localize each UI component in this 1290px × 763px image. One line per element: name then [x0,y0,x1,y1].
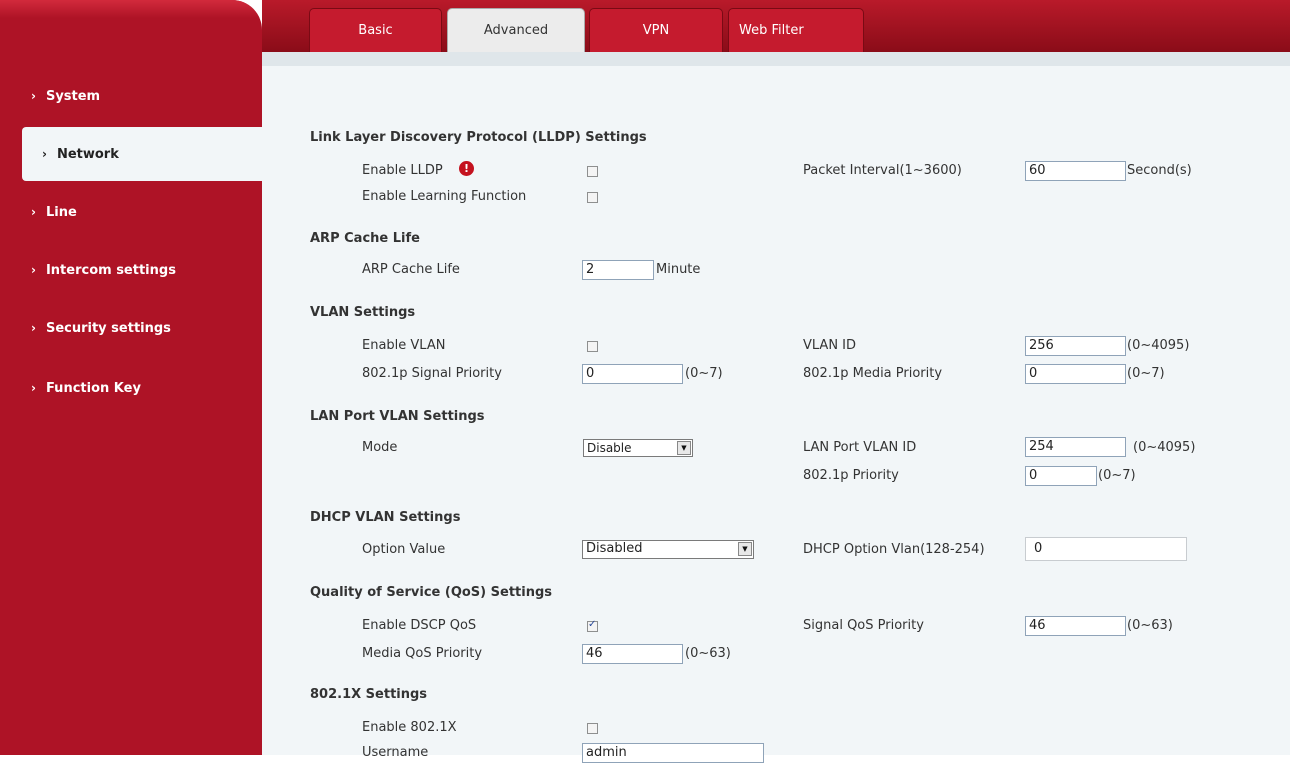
tab-advanced[interactable]: Advanced [447,8,585,52]
sidebar-item-function-key[interactable]: › Function Key [22,361,262,415]
tab-label: Advanced [483,23,549,38]
dhcp-vlan-section-title: DHCP VLAN Settings [310,510,461,525]
chevron-right-icon: › [31,321,36,335]
chevron-right-icon: › [31,263,36,277]
sidebar-item-label: Function Key [45,380,141,396]
chevron-right-icon: › [31,205,36,219]
signal-priority-range: (0~7) [685,366,723,381]
sidebar-item-security-settings[interactable]: › Security settings [22,301,262,355]
signal-qos-priority-label: Signal QoS Priority [803,618,924,633]
chevron-right-icon: › [31,381,36,395]
packet-interval-label: Packet Interval(1~3600) [803,163,962,178]
sidebar: › System › Network › Line › Intercom set… [0,0,262,755]
enable-8021x-label: Enable 802.1X [362,720,457,735]
enable-lldp-label: Enable LLDP [362,163,443,178]
lan-priority-label: 802.1p Priority [803,468,899,483]
option-value-label: Option Value [362,542,446,557]
mode-select-value: Disable [587,441,632,455]
media-qos-priority-label: Media QoS Priority [362,646,483,661]
enable-dscp-qos-label: Enable DSCP QoS [362,618,477,633]
media-priority-input[interactable]: 0 [1025,364,1126,384]
chevron-right-icon: › [31,89,36,103]
tab-basic[interactable]: Basic [309,8,442,52]
lan-vlan-section-title: LAN Port VLAN Settings [310,409,485,424]
media-qos-priority-input[interactable]: 46 [582,644,683,664]
option-value-select[interactable]: Disabled ▼ [582,540,754,559]
lan-priority-input[interactable]: 0 [1025,466,1097,486]
sidebar-item-label: System [45,88,101,104]
tab-underline-strip [262,52,1290,66]
media-priority-label: 802.1p Media Priority [803,366,943,381]
username-label: Username [362,745,429,760]
enable-vlan-checkbox[interactable] [587,341,598,352]
packet-interval-input[interactable]: 60 [1025,161,1126,181]
lldp-section-title: Link Layer Discovery Protocol (LLDP) Set… [310,130,647,145]
lan-vlan-id-label: LAN Port VLAN ID [803,440,917,455]
tab-label: Basic [358,23,393,38]
media-qos-priority-range: (0~63) [685,646,731,661]
sidebar-item-label: Line [45,204,77,220]
sidebar-item-label: Network [56,146,119,162]
signal-priority-input[interactable]: 0 [582,364,683,384]
enable-vlan-label: Enable VLAN [362,338,446,353]
option-select-value: Disabled [586,541,643,556]
signal-priority-label: 802.1p Signal Priority [362,366,502,381]
enable-dscp-qos-checkbox[interactable] [587,619,598,632]
learning-function-label: Enable Learning Function [362,189,527,204]
username-input[interactable]: admin [582,743,764,763]
arp-cache-life-input[interactable]: 2 [582,260,654,280]
vlan-id-label: VLAN ID [803,338,857,353]
sidebar-item-label: Intercom settings [45,262,176,278]
chevron-down-icon[interactable]: ▼ [738,542,752,556]
warning-icon: ! [459,161,474,176]
tab-label: VPN [642,23,670,38]
arp-cache-life-label: ARP Cache Life [362,262,460,277]
lan-vlan-id-input[interactable]: 254 [1025,437,1126,457]
tab-vpn[interactable]: VPN [589,8,723,52]
sidebar-item-line[interactable]: › Line [22,185,262,239]
dot1x-section-title: 802.1X Settings [310,687,428,702]
arp-cache-life-unit: Minute [656,262,701,277]
signal-qos-priority-input[interactable]: 46 [1025,616,1126,636]
tab-web-filter[interactable]: Web Filter [728,8,864,52]
mode-label: Mode [362,440,398,455]
enable-8021x-checkbox[interactable] [587,723,598,734]
sidebar-item-intercom-settings[interactable]: › Intercom settings [22,243,262,297]
lan-priority-range: (0~7) [1098,468,1136,483]
mode-select[interactable]: Disable ▼ [583,439,693,457]
vlan-id-range: (0~4095) [1127,338,1190,353]
sidebar-item-label: Security settings [45,320,171,336]
arp-section-title: ARP Cache Life [310,231,420,246]
packet-interval-unit: Second(s) [1127,163,1192,178]
sidebar-item-system[interactable]: › System [22,69,262,123]
enable-lldp-checkbox[interactable] [587,166,598,177]
lan-vlan-id-range: (0~4095) [1133,440,1196,455]
dhcp-option-vlan-label: DHCP Option Vlan(128-254) [803,542,985,557]
dhcp-option-vlan-input[interactable]: 0 [1025,537,1187,561]
learning-function-checkbox[interactable] [587,192,598,203]
chevron-down-icon[interactable]: ▼ [677,441,691,455]
media-priority-range: (0~7) [1127,366,1165,381]
tab-label: Web Filter [739,23,804,38]
qos-section-title: Quality of Service (QoS) Settings [310,585,553,600]
chevron-right-icon: › [42,147,47,161]
vlan-section-title: VLAN Settings [310,305,416,320]
signal-qos-priority-range: (0~63) [1127,618,1173,633]
sidebar-item-network[interactable]: › Network [22,127,262,181]
vlan-id-input[interactable]: 256 [1025,336,1126,356]
